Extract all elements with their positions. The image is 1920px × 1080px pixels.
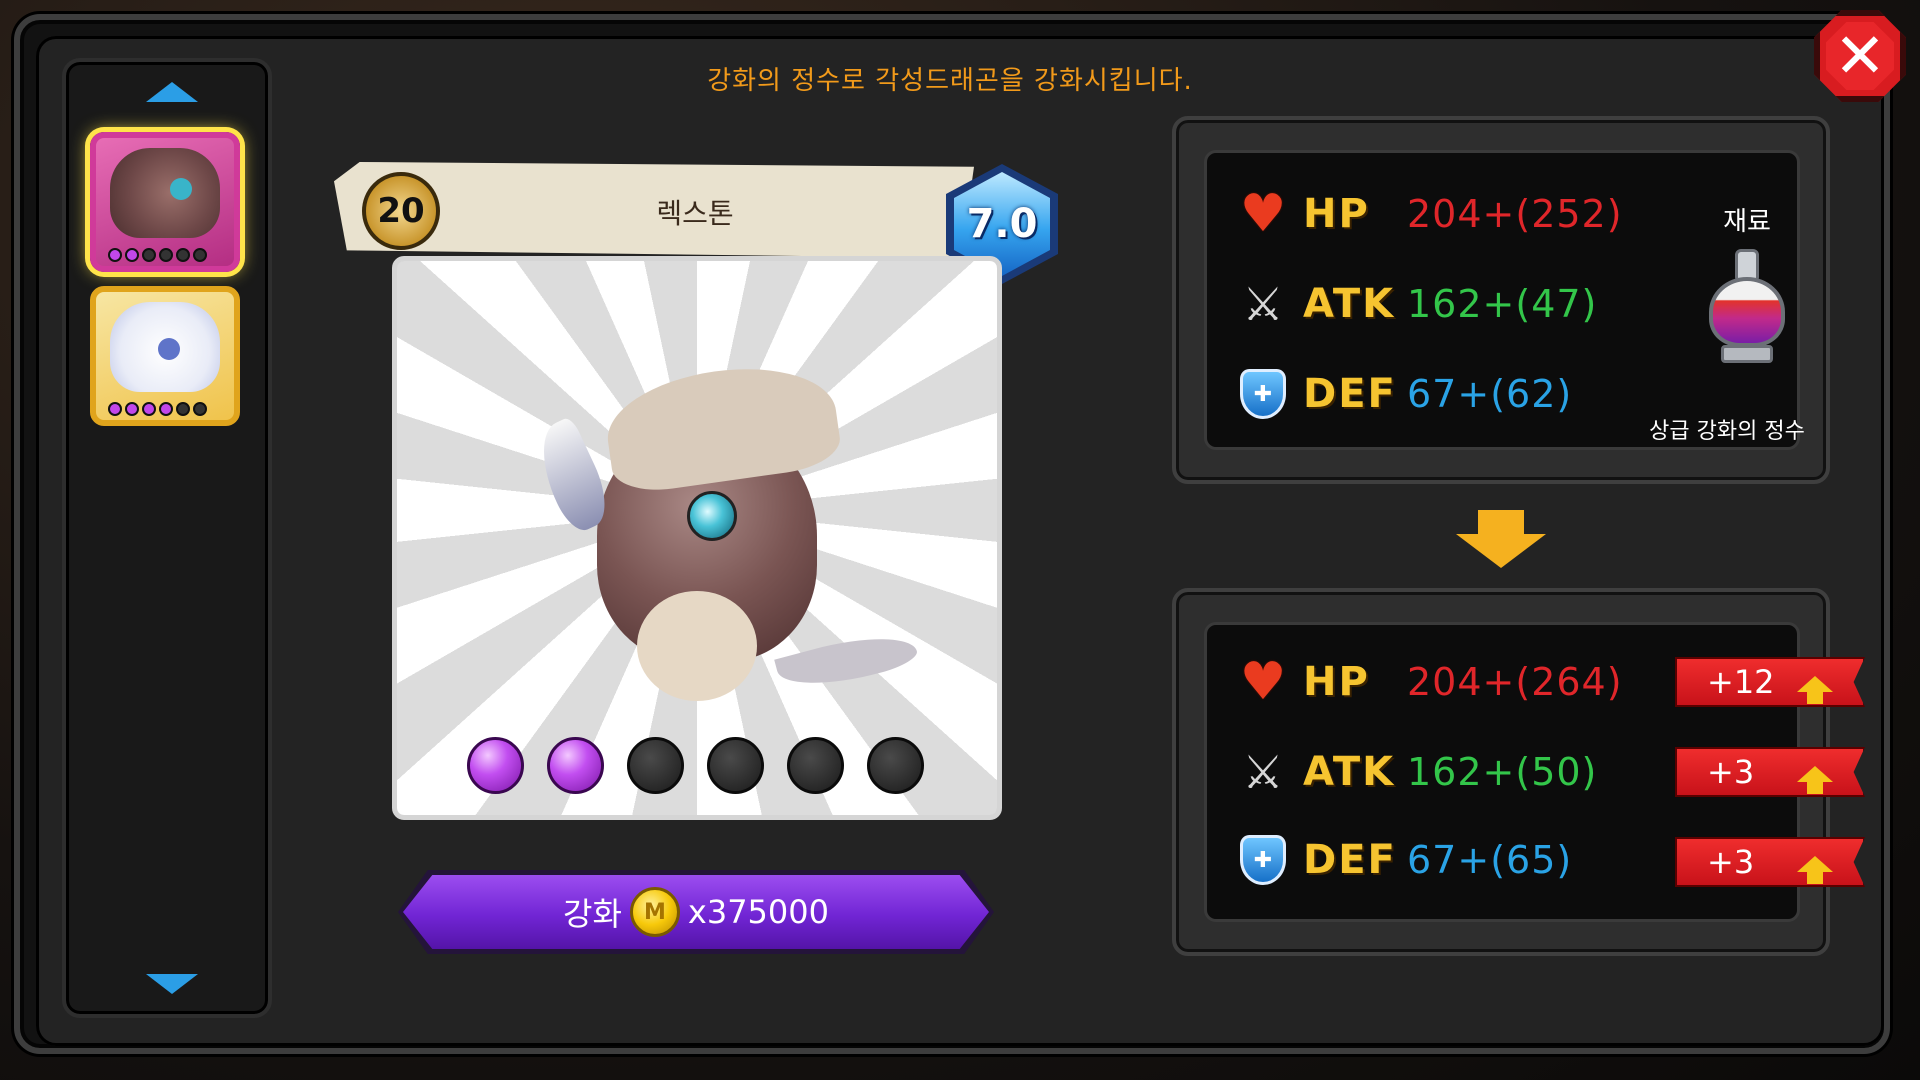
gem-icon [176, 248, 190, 262]
gem-icon [125, 402, 139, 416]
stat-row-hp: ♥ HP 204+(264) [1237, 647, 1623, 717]
current-stats-panel: ♥ HP 204+(252) ⚔ ATK 162+(47) ✚ DEF 67+(… [1172, 116, 1830, 484]
gem-icon [159, 402, 173, 416]
shield-icon: ✚ [1237, 834, 1289, 886]
grade-value: 7.0 [966, 201, 1038, 247]
close-icon: ✕ [1834, 19, 1886, 92]
dragon-portrait-white-dragon[interactable] [90, 286, 240, 426]
portrait-gems [108, 402, 207, 416]
up-arrow-icon [1797, 676, 1833, 704]
instruction-text: 강화의 정수로 각성드래곤을 강화시킵니다. [707, 66, 1193, 96]
gem-icon [176, 402, 190, 416]
gem-icon [787, 737, 844, 794]
scroll-up-arrow-icon[interactable] [146, 82, 198, 102]
stat-label-atk: ATK [1303, 281, 1396, 327]
gem-icon [547, 737, 604, 794]
material-title: 재료 [1723, 207, 1771, 237]
essence-potion-icon [1705, 249, 1789, 365]
gem-icon [125, 248, 139, 262]
dragon-name: 렉스톤 [656, 197, 734, 230]
gem-icon [108, 402, 122, 416]
stat-value-atk: 162+(47) [1407, 282, 1598, 326]
dragon-eye [687, 491, 737, 541]
stat-row-atk: ⚔ ATK 162+(47) [1237, 269, 1597, 339]
enhance-button[interactable]: 강화 M x375000 [398, 870, 994, 954]
increase-badge-hp: +12 [1675, 657, 1865, 707]
crossed-swords-icon: ⚔ [1242, 277, 1284, 331]
stat-label-hp: HP [1303, 191, 1370, 237]
stat-label-atk: ATK [1303, 749, 1396, 795]
enhance-label: 강화 [563, 895, 622, 933]
stat-row-def: ✚ DEF 67+(65) [1237, 825, 1572, 895]
gem-icon [159, 248, 173, 262]
increase-value-hp: +12 [1707, 663, 1775, 701]
stat-row-atk: ⚔ ATK 162+(50) [1237, 737, 1597, 807]
close-button[interactable]: ✕ [1814, 10, 1906, 102]
dragon-face-icon [110, 302, 220, 392]
stat-label-def: DEF [1303, 371, 1397, 417]
shield-icon: ✚ [1237, 368, 1289, 420]
material-name: 상급 강화의 정수 [1649, 419, 1805, 444]
gem-icon [467, 737, 524, 794]
enhance-cost: x375000 [687, 893, 829, 931]
gem-icon [627, 737, 684, 794]
stat-row-hp: ♥ HP 204+(252) [1237, 179, 1623, 249]
dragon-card [392, 256, 1002, 820]
level-badge: 20 [362, 172, 440, 250]
dragon-list-sidebar [62, 58, 272, 1018]
gem-icon [193, 248, 207, 262]
awakening-gems [467, 737, 924, 794]
gem-icon [707, 737, 764, 794]
dragon-portrait-rexton[interactable] [90, 132, 240, 272]
gem-icon [142, 402, 156, 416]
stat-value-def: 67+(65) [1407, 838, 1573, 882]
gem-icon [867, 737, 924, 794]
arrow-down-icon [1456, 510, 1546, 570]
scroll-down-arrow-icon[interactable] [146, 974, 198, 994]
stat-value-def: 67+(62) [1407, 372, 1573, 416]
stat-row-def: ✚ DEF 67+(62) [1237, 359, 1572, 429]
portrait-gems [108, 248, 207, 262]
increase-badge-def: +3 [1675, 837, 1865, 887]
heart-icon: ♥ [1239, 184, 1287, 244]
next-stats-inner: ♥ HP 204+(264) +12 ⚔ ATK 162+(50) +3 ✚ D… [1204, 622, 1865, 922]
stat-label-hp: HP [1303, 659, 1370, 705]
up-arrow-icon [1797, 766, 1833, 794]
stat-value-hp: 204+(264) [1407, 660, 1623, 704]
dragon-belly [637, 591, 757, 701]
stat-value-hp: 204+(252) [1407, 192, 1623, 236]
heart-icon: ♥ [1239, 652, 1287, 712]
dragon-face-icon [110, 148, 220, 238]
current-stats-inner: ♥ HP 204+(252) ⚔ ATK 162+(47) ✚ DEF 67+(… [1204, 150, 1805, 450]
increase-badge-atk: +3 [1675, 747, 1865, 797]
increase-value-def: +3 [1707, 843, 1755, 881]
crossed-swords-icon: ⚔ [1242, 745, 1284, 799]
next-stats-panel: ♥ HP 204+(264) +12 ⚔ ATK 162+(50) +3 ✚ D… [1172, 588, 1865, 956]
up-arrow-icon [1797, 856, 1833, 884]
increase-value-atk: +3 [1707, 753, 1755, 791]
gem-icon [193, 402, 207, 416]
gem-icon [108, 248, 122, 262]
gem-icon [142, 248, 156, 262]
stat-value-atk: 162+(50) [1407, 750, 1598, 794]
stat-label-def: DEF [1303, 837, 1397, 883]
coin-icon: M [629, 887, 680, 937]
